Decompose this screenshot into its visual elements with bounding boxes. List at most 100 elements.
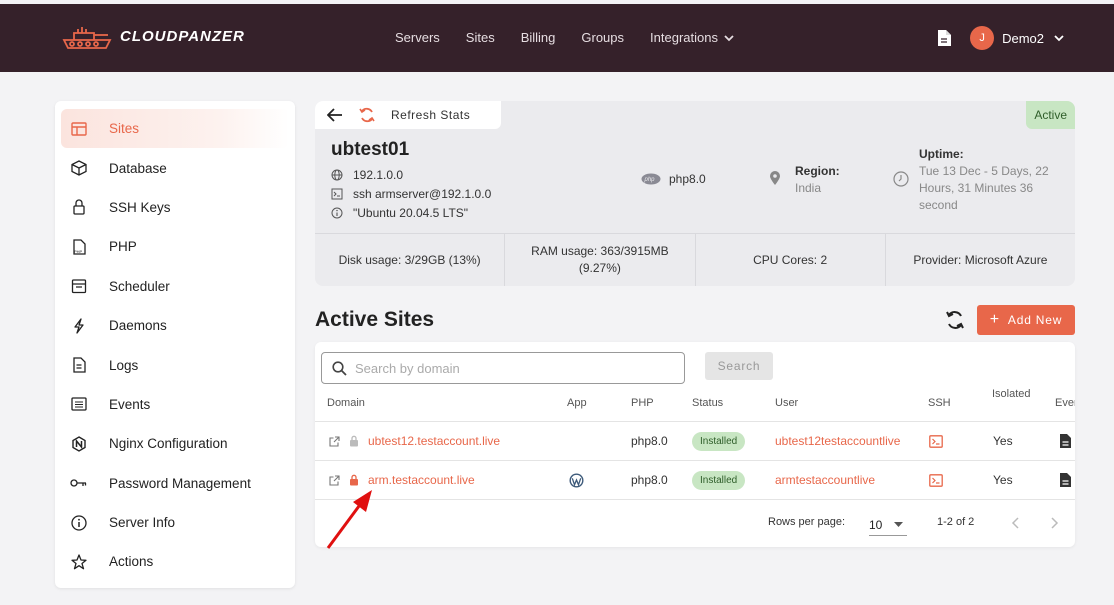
sidebar-item-actions[interactable]: Actions [61, 542, 289, 581]
sidebar-item-label: Server Info [109, 515, 176, 531]
sidebar-item-daemons[interactable]: Daemons [61, 306, 289, 345]
site-status: Installed [692, 430, 746, 452]
chevron-down-icon [724, 34, 734, 41]
svg-text:PHP: PHP [74, 249, 83, 254]
sidebar-item-sites[interactable]: Sites [61, 109, 289, 149]
sidebar-item-server-info[interactable]: Server Info [61, 503, 289, 542]
stats-toolbar: Refresh Stats [315, 101, 501, 129]
server-php-version: php php8.0 [641, 172, 706, 186]
sidebar-item-label: Nginx Configuration [109, 436, 228, 452]
external-link-icon[interactable] [329, 474, 340, 486]
sites-table-card: Search Domain App PHP Status User SSH Is… [315, 342, 1075, 547]
sidebar-item-label: Actions [109, 554, 154, 570]
site-user-link[interactable]: ubtest12testaccountlive [775, 432, 900, 450]
nav-servers[interactable]: Servers [395, 30, 440, 45]
lock-icon [350, 474, 358, 486]
server-ssh-command[interactable]: ssh armserver@192.1.0.0 [353, 187, 491, 201]
region-value: India [795, 181, 822, 195]
annotation-arrow-icon [326, 490, 372, 549]
server-region: Region: India [769, 164, 840, 195]
column-header-user: User [775, 397, 799, 409]
nav-billing[interactable]: Billing [521, 30, 556, 45]
list-icon [69, 394, 89, 414]
sidebar-item-database[interactable]: Database [61, 148, 289, 187]
search-input[interactable] [355, 360, 675, 376]
back-arrow-icon[interactable] [327, 108, 343, 122]
ram-usage-stat: RAM usage: 363/3915MB (9.27%) [505, 234, 696, 286]
server-ip-row: 192.1.0.0 [331, 168, 403, 182]
sidebar-item-label: Daemons [109, 318, 167, 334]
caret-down-icon [894, 522, 903, 527]
sidebar-item-label: Database [109, 160, 167, 176]
provider-label: Provider: [913, 252, 962, 267]
event-log-icon[interactable] [1059, 432, 1072, 450]
provider-value: Microsoft Azure [964, 252, 1048, 267]
cpu-label: CPU Cores: [753, 252, 818, 267]
layout-icon [69, 119, 89, 139]
event-log-icon[interactable] [1059, 471, 1072, 489]
chevron-down-icon[interactable] [1054, 33, 1064, 43]
key-icon [69, 473, 89, 493]
status-badge: Installed [692, 431, 746, 451]
server-uptime: Uptime: Tue 13 Dec - 5 Days, 22 Hours, 3… [893, 147, 1049, 214]
nginx-icon [69, 434, 89, 454]
php-version-label: php8.0 [669, 172, 706, 186]
chevron-left-icon[interactable] [1011, 517, 1019, 529]
site-domain-link[interactable]: arm.testaccount.live [368, 473, 475, 487]
nav-sites[interactable]: Sites [466, 30, 495, 45]
ssh-terminal-icon[interactable] [929, 433, 943, 449]
site-domain-link[interactable]: ubtest12.testaccount.live [368, 434, 500, 448]
sidebar-item-label: Password Management [109, 475, 251, 491]
nav-groups[interactable]: Groups [581, 30, 624, 45]
refresh-icon[interactable] [359, 107, 375, 123]
brand-logo[interactable]: CLOUDPANZER [56, 18, 245, 54]
column-header-isolated: Isolated [992, 388, 1031, 400]
external-link-icon[interactable] [329, 435, 340, 447]
sidebar-item-events[interactable]: Events [61, 385, 289, 424]
username[interactable]: Demo2 [1002, 31, 1044, 46]
sidebar-item-ssh-keys[interactable]: SSH Keys [61, 188, 289, 227]
site-user-link[interactable]: armtestaccountlive [775, 471, 875, 489]
chevron-right-icon[interactable] [1051, 517, 1059, 529]
active-sites-title: Active Sites [315, 308, 435, 331]
sidebar-item-label: Scheduler [109, 278, 170, 294]
sidebar-item-logs[interactable]: Logs [61, 345, 289, 384]
nav-integrations[interactable]: Integrations [650, 30, 734, 45]
divider [315, 499, 1075, 500]
sidebar-item-password-management[interactable]: Password Management [61, 464, 289, 503]
search-button[interactable]: Search [705, 352, 773, 380]
sync-icon[interactable] [944, 309, 966, 331]
sidebar-item-label: SSH Keys [109, 199, 171, 215]
star-icon [69, 552, 89, 572]
disk-label: Disk usage: [338, 252, 402, 267]
refresh-stats-button[interactable]: Refresh Stats [391, 108, 470, 122]
column-header-domain: Domain [327, 397, 365, 409]
sidebar-item-label: Events [109, 396, 151, 412]
avatar[interactable]: J [970, 26, 995, 50]
search-field[interactable] [321, 352, 685, 384]
site-status: Installed [692, 469, 746, 491]
cpu-value: 2 [820, 252, 828, 267]
rows-per-page-select[interactable]: 10 [869, 514, 907, 536]
sidebar: Sites Database SSH Keys PHP PHP Schedule… [55, 101, 295, 588]
provider-stat: Provider: Microsoft Azure [886, 234, 1075, 286]
sidebar-item-nginx-configuration[interactable]: Nginx Configuration [61, 424, 289, 463]
server-os: "Ubuntu 20.04.5 LTS" [353, 206, 469, 220]
rows-per-page-label: Rows per page: [768, 516, 846, 528]
sidebar-item-scheduler[interactable]: Scheduler [61, 267, 289, 306]
site-php: php8.0 [631, 473, 668, 487]
rows-per-page-value: 10 [869, 517, 883, 532]
server-ssh-row: ssh armserver@192.1.0.0 [331, 187, 491, 201]
sidebar-item-php[interactable]: PHP PHP [61, 227, 289, 266]
ssh-terminal-icon[interactable] [929, 472, 943, 488]
document-icon[interactable] [936, 29, 952, 47]
server-info-card: Refresh Stats Active ubtest01 192.1.0.0 … [315, 101, 1075, 286]
php-logo-icon: php [641, 173, 661, 185]
unlocked-lock-icon [350, 435, 358, 447]
column-header-events: Even [1055, 397, 1075, 409]
sidebar-item-label: Sites [109, 121, 140, 137]
tank-logo-icon [62, 27, 112, 49]
search-icon [332, 360, 347, 376]
add-new-button[interactable]: + Add New [977, 305, 1075, 335]
plus-icon: + [989, 311, 1000, 328]
